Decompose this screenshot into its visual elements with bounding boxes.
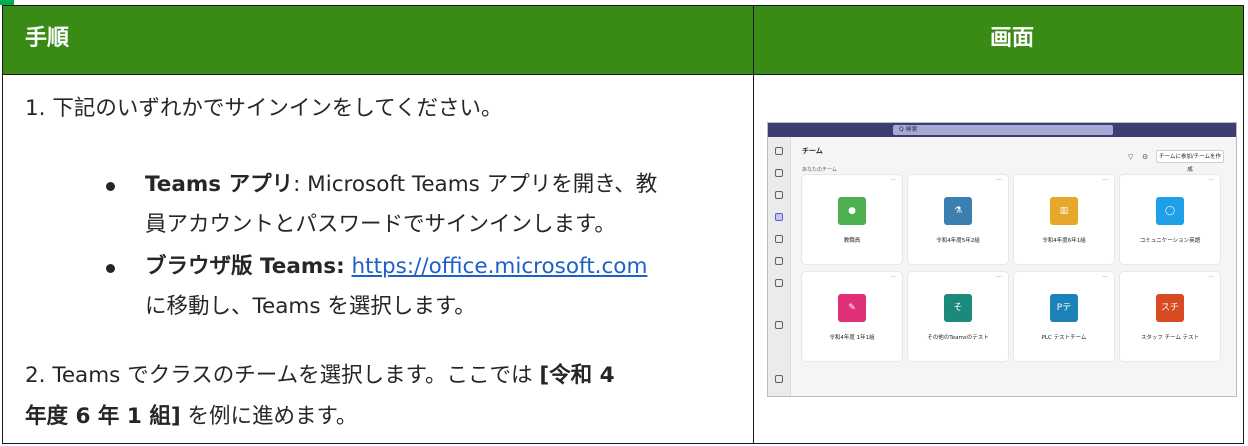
office-link[interactable]: https://office.microsoft.com [352, 254, 648, 279]
team-tile-icon: Pテ [1050, 294, 1078, 322]
bullet-dot [106, 264, 115, 273]
team-tile-icon: ● [838, 197, 866, 225]
team-card[interactable]: ··· そその他のTeamsのテスト [908, 272, 1008, 361]
more-options-icon[interactable]: ··· [1208, 177, 1214, 184]
team-card[interactable]: ··· ▥ 令和4年度6年1組 [1014, 175, 1114, 264]
more-options-icon[interactable]: ··· [890, 274, 896, 281]
files-icon[interactable] [775, 257, 783, 265]
team-card[interactable]: ··· スチスタッフ チーム テスト [1120, 272, 1220, 361]
team-card[interactable]: ··· Pテ PLC テストチーム [1014, 272, 1114, 361]
bullet1-line2: 員アカウントとパスワードでサインインします。 [145, 212, 616, 237]
step2-bold: [令和 4 [539, 363, 615, 388]
teams-icon[interactable] [775, 213, 783, 221]
step2-line2: 年度 6 年 1 組] を例に進めます。 [25, 397, 357, 437]
teams-title: チーム [802, 147, 823, 155]
settings-icon[interactable]: ⚙ [1142, 153, 1148, 161]
header-steps: 手順 [25, 26, 70, 51]
step2-text: 2. Teams でクラスのチームを選択します。ここでは [25, 363, 540, 388]
team-name: その他のTeamsのテスト [927, 335, 989, 341]
step2-text: を例に進めます。 [180, 404, 358, 429]
step2-bold: 年度 6 年 1 組] [25, 404, 181, 429]
team-card[interactable]: ··· ⚗ 令和4年度5年2組 [908, 175, 1008, 264]
join-create-team-button[interactable]: チームに参加/チームを作成 [1156, 150, 1224, 173]
grid-icon[interactable] [775, 321, 783, 329]
bullet-dot [106, 182, 115, 191]
bullet2-bold: ブラウザ版 Teams: [145, 254, 345, 279]
search-placeholder: Q 検索 [899, 126, 918, 133]
team-name: 令和4年度 1年1組 [829, 335, 875, 341]
team-name: 令和4年度5年2組 [936, 238, 980, 244]
bullet1-line1: Teams アプリ: Microsoft Teams アプリを開き、教 [145, 165, 657, 205]
team-name: 令和4年度6年1組 [1042, 238, 1086, 244]
team-tile-icon: ▥ [1050, 197, 1078, 225]
search-bar[interactable]: Q 検索 [893, 125, 1113, 135]
teams-screenshot: Q 検索 チーム あなたのチーム ▽ ⚙ チームに参加/チームを作成 ··· ● 教… [767, 122, 1237, 397]
bullet2-line2: に移動し、Teams を選択します。 [145, 294, 476, 319]
help-icon[interactable] [775, 375, 783, 383]
calendar-icon[interactable] [775, 191, 783, 199]
team-name: コミュニケーション英語 [1139, 238, 1201, 244]
apps-icon[interactable] [775, 279, 783, 287]
team-tile-icon: スチ [1156, 294, 1184, 322]
header-screen: 画面 [990, 26, 1035, 51]
step2-line1: 2. Teams でクラスのチームを選択します。ここでは [令和 4 [25, 356, 615, 396]
team-card[interactable]: ··· ● 教職員 [802, 175, 902, 264]
more-options-icon[interactable]: ··· [1102, 177, 1108, 184]
app-rail [768, 137, 791, 396]
more-options-icon[interactable]: ··· [1102, 274, 1108, 281]
more-options-icon[interactable]: ··· [996, 177, 1002, 184]
bullet2-line1: ブラウザ版 Teams: https://office.microsoft.co… [145, 247, 647, 287]
bullet1-bold: Teams アプリ [145, 172, 294, 197]
team-tile-icon: ✎ [838, 294, 866, 322]
team-tile-icon: そ [944, 294, 972, 322]
teams-titlebar: Q 検索 [768, 123, 1236, 137]
team-card[interactable]: ··· ◯ コミュニケーション英語 [1120, 175, 1220, 264]
team-name: 教職員 [843, 238, 861, 244]
activity-icon[interactable] [775, 147, 783, 155]
step1-text: 1. 下記のいずれかでサインインをしてください。 [25, 96, 503, 121]
more-options-icon[interactable]: ··· [890, 177, 896, 184]
team-tile-icon: ⚗ [944, 197, 972, 225]
more-options-icon[interactable]: ··· [1208, 274, 1214, 281]
team-name: スタッフ チーム テスト [1140, 335, 1200, 341]
bullet1-text: : Microsoft Teams アプリを開き、教 [293, 172, 658, 197]
table-header: 手順 画面 [3, 6, 1243, 75]
team-card[interactable]: ··· ✎ 令和4年度 1年1組 [802, 272, 902, 361]
team-name: PLC テストチーム [1041, 335, 1087, 341]
chat-icon[interactable] [775, 169, 783, 177]
assignments-icon[interactable] [775, 235, 783, 243]
your-teams-heading: あなたのチーム [802, 167, 837, 173]
more-options-icon[interactable]: ··· [996, 274, 1002, 281]
filter-icon[interactable]: ▽ [1128, 153, 1133, 161]
team-tile-icon: ◯ [1156, 197, 1184, 225]
column-divider [753, 6, 754, 443]
